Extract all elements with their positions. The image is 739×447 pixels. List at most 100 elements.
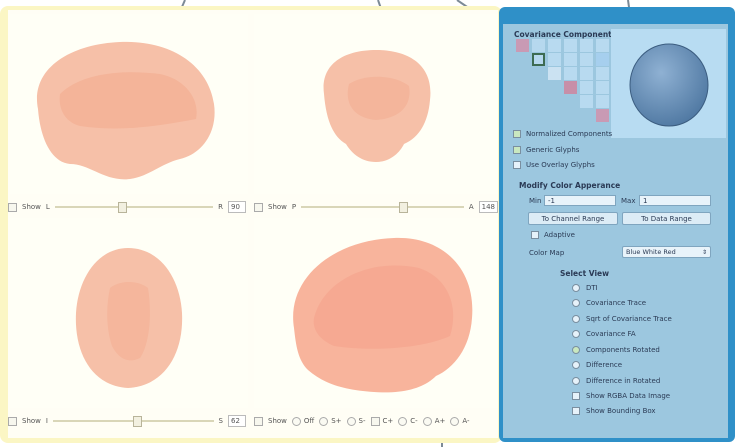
view-option-difference-rotated[interactable]: Difference in Rotated <box>572 377 660 385</box>
grid-cell[interactable] <box>564 53 577 66</box>
color-map-label: Color Map <box>529 249 565 257</box>
coronal-slider[interactable] <box>301 202 464 213</box>
checkbox-icon <box>513 161 521 169</box>
max-label: Max <box>621 197 636 205</box>
checkbox-icon <box>572 407 580 415</box>
checkbox-icon <box>513 130 521 138</box>
to-data-range-button[interactable]: To Data Range <box>622 212 711 225</box>
use-overlay-glyphs-option[interactable]: Use Overlay Glyphs <box>513 161 595 169</box>
view-option-off[interactable]: Off <box>291 416 314 426</box>
checkbox-icon <box>370 416 380 426</box>
axial-brain-image <box>75 248 183 388</box>
view-option-s-minus[interactable]: S- <box>346 416 366 426</box>
view-option-sqrt-covariance-trace[interactable]: Sqrt of Covariance Trace <box>572 315 672 323</box>
glyph-preview[interactable] <box>611 29 726 138</box>
grid-cell[interactable] <box>580 39 593 52</box>
grid-cell-selected[interactable] <box>532 53 545 66</box>
coronal-slice-input[interactable]: 148 <box>478 201 498 213</box>
view-option-a-plus[interactable]: A+ <box>422 416 445 426</box>
max-input[interactable]: 1 <box>639 195 711 206</box>
grid-cell[interactable] <box>580 95 593 108</box>
sagittal-view[interactable] <box>10 14 248 194</box>
chevron-updown-icon: ⇕ <box>701 249 707 256</box>
axial-slider-thumb[interactable] <box>133 416 143 427</box>
grid-cell[interactable] <box>580 67 593 80</box>
show-rgba-data-image-option[interactable]: Show RGBA Data Image <box>572 392 670 400</box>
view-option-covariance-fa[interactable]: Covariance FA <box>572 330 636 338</box>
axial-slice-input[interactable]: 62 <box>228 415 246 427</box>
grid-cell[interactable] <box>580 53 593 66</box>
coronal-show-checkbox[interactable] <box>254 202 263 212</box>
show-bounding-box-option[interactable]: Show Bounding Box <box>572 407 656 415</box>
sagittal-slider-row: Show L R 90 <box>8 199 246 215</box>
sagittal-brain-image <box>36 41 215 180</box>
view-option-s-plus[interactable]: S+ <box>319 416 342 426</box>
radio-icon <box>291 416 301 426</box>
radio-icon <box>572 377 580 385</box>
coronal-show-label: Show <box>268 203 287 211</box>
grid-cell[interactable] <box>596 95 609 108</box>
color-map-select[interactable]: Blue White Red ⇕ <box>622 246 711 258</box>
coronal-slider-thumb[interactable] <box>398 202 408 213</box>
grid-cell[interactable] <box>548 53 561 66</box>
axial-right-label: S <box>218 417 223 425</box>
radio-icon <box>346 416 356 426</box>
brain-3d-image <box>293 237 473 393</box>
min-input[interactable]: -1 <box>544 195 616 206</box>
ellipsoid-glyph-icon <box>629 43 709 127</box>
select-view-title: Select View <box>560 269 610 278</box>
sagittal-slice-input[interactable]: 90 <box>228 201 246 213</box>
coronal-left-label: P <box>291 203 297 211</box>
coronal-brain-image <box>323 50 431 162</box>
render-3d-view[interactable] <box>254 218 498 408</box>
checkbox-icon <box>513 146 521 154</box>
checkbox-icon <box>572 392 580 400</box>
sagittal-slider[interactable] <box>54 202 214 213</box>
view-option-covariance-trace[interactable]: Covariance Trace <box>572 299 646 307</box>
sagittal-right-label: R <box>218 203 223 211</box>
view-option-components-rotated[interactable]: Components Rotated <box>572 346 660 354</box>
adaptive-option[interactable]: Adaptive <box>531 231 575 239</box>
radio-icon <box>422 416 432 426</box>
modify-color-section-title: Modify Color Apperance <box>519 181 621 190</box>
coronal-view[interactable] <box>254 14 498 194</box>
view-option-a-minus[interactable]: A- <box>450 416 470 426</box>
axial-slider[interactable] <box>52 416 214 427</box>
radio-icon <box>398 416 408 426</box>
radio-icon <box>450 416 460 426</box>
generic-glyphs-option[interactable]: Generic Glyphs <box>513 146 579 154</box>
axial-left-label: I <box>45 417 48 425</box>
view-option-difference[interactable]: Difference <box>572 361 622 369</box>
grid-cell[interactable] <box>596 53 609 66</box>
sagittal-slider-thumb[interactable] <box>118 202 128 213</box>
grid-cell[interactable] <box>564 67 577 80</box>
to-channel-range-button[interactable]: To Channel Range <box>528 212 618 225</box>
grid-cell[interactable] <box>596 67 609 80</box>
axial-view[interactable] <box>10 218 248 408</box>
radio-icon <box>319 416 329 426</box>
grid-cell[interactable] <box>596 39 609 52</box>
normalized-components-option[interactable]: Normalized Components <box>513 130 612 138</box>
view-option-c-plus[interactable]: C+ <box>370 416 393 426</box>
checkbox-icon <box>531 231 539 239</box>
view-option-c-minus[interactable]: C- <box>398 416 418 426</box>
grid-cell[interactable] <box>564 81 577 94</box>
radio-selected-icon <box>572 346 580 354</box>
min-label: Min <box>529 197 542 205</box>
grid-cell[interactable] <box>596 81 609 94</box>
radio-icon <box>572 284 580 292</box>
grid-cell[interactable] <box>548 39 561 52</box>
render-3d-show-label: Show <box>268 417 287 425</box>
grid-cell[interactable] <box>564 39 577 52</box>
axial-show-checkbox[interactable] <box>8 416 17 426</box>
grid-cell[interactable] <box>548 67 561 80</box>
grid-cell[interactable] <box>532 39 545 52</box>
grid-cell[interactable] <box>516 39 529 52</box>
radio-icon <box>572 330 580 338</box>
grid-cell[interactable] <box>596 109 609 122</box>
grid-cell[interactable] <box>580 81 593 94</box>
sagittal-show-checkbox[interactable] <box>8 202 17 212</box>
view-option-dti[interactable]: DTI <box>572 284 598 292</box>
coronal-slider-row: Show P A 148 <box>254 199 498 215</box>
render-3d-show-checkbox[interactable] <box>254 416 263 426</box>
